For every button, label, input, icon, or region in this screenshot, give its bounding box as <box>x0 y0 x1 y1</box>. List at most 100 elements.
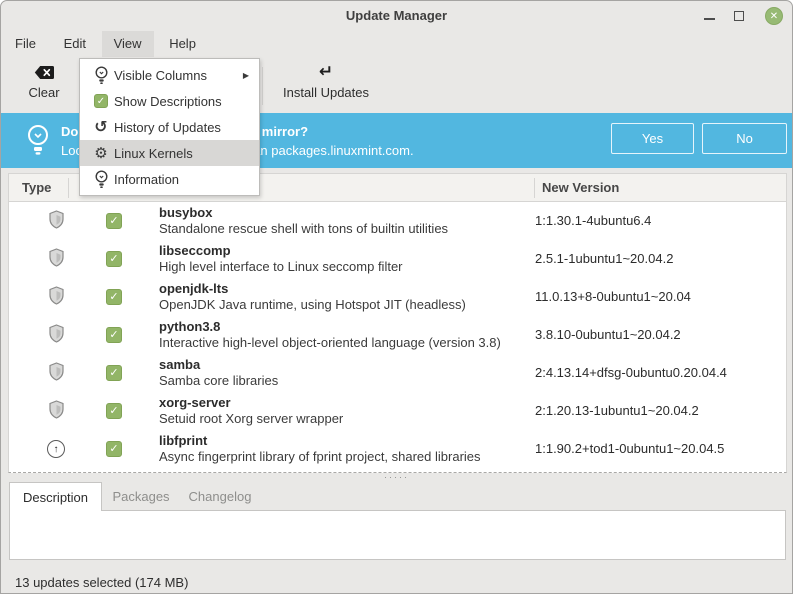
checkbox-cell[interactable]: ✓ <box>106 441 122 457</box>
install-updates-button[interactable]: ↵ Install Updates <box>265 62 387 110</box>
checkbox-checked-icon[interactable]: ✓ <box>106 441 122 457</box>
package-description: Setuid root Xorg server wrapper <box>159 411 344 426</box>
upgrade-arrow-icon: ↑ <box>47 440 65 458</box>
toolbar-separator <box>262 67 263 105</box>
package-new-version: 3.8.10-0ubuntu1~20.04.2 <box>535 327 681 342</box>
menu-help[interactable]: Help <box>157 31 208 57</box>
package-description: Interactive high-level object-oriented l… <box>159 335 501 350</box>
tab-packages[interactable]: Packages <box>105 482 177 511</box>
checkbox-checked-icon[interactable]: ✓ <box>106 365 122 381</box>
shield-icon <box>48 248 64 270</box>
menu-item-label: Visible Columns <box>114 67 207 83</box>
package-description: Async fingerprint library of fprint proj… <box>159 449 481 464</box>
package-name: samba <box>159 357 201 372</box>
package-name: busybox <box>159 205 213 220</box>
install-updates-label: Install Updates <box>283 85 369 100</box>
status-text: 13 updates selected (174 MB) <box>15 575 189 590</box>
package-row[interactable]: ✓ openjdk-lts OpenJDK Java runtime, usin… <box>9 278 786 316</box>
submenu-arrow-icon: ▶ <box>242 70 249 80</box>
checkbox-cell[interactable]: ✓ <box>106 213 122 229</box>
checkbox-cell[interactable]: ✓ <box>106 403 122 419</box>
package-row[interactable]: ↑ ✓ libfprint Async fingerprint library … <box>9 430 786 468</box>
tab-description[interactable]: Description <box>9 482 102 511</box>
type-cell <box>42 278 70 316</box>
backspace-icon <box>34 62 55 82</box>
close-icon: ✕ <box>769 10 779 22</box>
package-row[interactable]: ✓ python3.8 Interactive high-level objec… <box>9 316 786 354</box>
package-row[interactable]: ✓ busybox Standalone rescue shell with t… <box>9 202 786 240</box>
column-separator <box>534 178 535 198</box>
package-row[interactable]: ✓ xorg-server Setuid root Xorg server wr… <box>9 392 786 430</box>
clear-button[interactable]: Clear <box>13 62 75 110</box>
menu-item-show-descriptions[interactable]: ✓ Show Descriptions <box>80 88 259 114</box>
checkbox-checked-icon[interactable]: ✓ <box>106 403 122 419</box>
package-new-version: 1:1.90.2+tod1-0ubuntu1~20.04.5 <box>535 441 725 456</box>
package-new-version: 11.0.13+8-0ubuntu1~20.04 <box>535 289 691 304</box>
menu-item-visible-columns[interactable]: Visible Columns ▶ <box>80 62 259 88</box>
minimize-icon <box>703 18 715 20</box>
menu-item-label: Linux Kernels <box>114 145 193 161</box>
return-arrow-icon: ↵ <box>318 61 334 82</box>
package-row[interactable]: ✓ libseccomp High level interface to Lin… <box>9 240 786 278</box>
checkbox-cell[interactable]: ✓ <box>106 327 122 343</box>
checkbox-cell[interactable]: ✓ <box>106 251 122 267</box>
tab-changelog[interactable]: Changelog <box>179 482 261 511</box>
gears-icon: ⚙ <box>94 143 108 162</box>
checkbox-checked-icon[interactable]: ✓ <box>106 289 122 305</box>
shield-icon <box>48 210 64 232</box>
checkbox-cell[interactable]: ✓ <box>106 289 122 305</box>
shield-icon <box>48 286 64 308</box>
menu-item-label: History of Updates <box>114 119 221 135</box>
package-new-version: 2:4.13.14+dfsg-0ubuntu0.20.04.4 <box>535 365 727 380</box>
yes-button[interactable]: Yes <box>611 123 694 154</box>
package-new-version: 2:1.20.13-1ubuntu1~20.04.2 <box>535 403 699 418</box>
menu-item-history-of-updates[interactable]: ↺ History of Updates <box>80 114 259 140</box>
package-description: Samba core libraries <box>159 373 279 388</box>
menu-item-label: Show Descriptions <box>114 93 222 109</box>
checkbox-checked-icon[interactable]: ✓ <box>106 213 122 229</box>
maximize-button[interactable] <box>726 1 752 31</box>
history-icon: ↺ <box>94 117 108 136</box>
description-panel <box>9 510 786 560</box>
clear-label: Clear <box>28 85 60 100</box>
pane-splitter[interactable]: ····· <box>1 472 792 481</box>
type-cell <box>42 392 70 430</box>
shield-icon <box>48 400 64 422</box>
type-cell: ↑ <box>42 430 70 468</box>
package-description: OpenJDK Java runtime, using Hotspot JIT … <box>159 297 466 312</box>
menu-view[interactable]: View <box>101 31 154 57</box>
splitter-handle-icon: ····· <box>384 471 409 482</box>
type-cell <box>42 354 70 392</box>
package-list: ✓ busybox Standalone rescue shell with t… <box>8 202 787 473</box>
package-name: openjdk-lts <box>159 281 229 296</box>
column-separator <box>68 178 69 198</box>
update-manager-window: Update Manager ✕ File Edit View Help Cle… <box>0 0 793 594</box>
column-header-new-version[interactable]: New Version <box>542 174 619 201</box>
package-description: High level interface to Linux seccomp fi… <box>159 259 403 274</box>
type-cell <box>42 202 70 240</box>
menu-item-linux-kernels[interactable]: ⚙ Linux Kernels <box>80 140 259 166</box>
shield-icon <box>48 362 64 384</box>
menu-item-information[interactable]: Information <box>80 166 259 192</box>
titlebar: Update Manager ✕ <box>1 1 792 31</box>
menu-edit[interactable]: Edit <box>52 31 98 57</box>
checkbox-checked-icon[interactable]: ✓ <box>106 327 122 343</box>
close-button[interactable]: ✕ <box>765 7 783 25</box>
menu-file[interactable]: File <box>3 31 48 57</box>
checkbox-cell[interactable]: ✓ <box>106 365 122 381</box>
view-menu-popup: Visible Columns ▶ ✓ Show Descriptions ↺ … <box>79 58 260 196</box>
menubar: File Edit View Help <box>1 31 792 58</box>
package-description: Standalone rescue shell with tons of bui… <box>159 221 449 236</box>
package-row[interactable]: ✓ samba Samba core libraries 2:4.13.14+d… <box>9 354 786 392</box>
checkbox-checked-icon: ✓ <box>94 94 108 108</box>
package-name: xorg-server <box>159 395 231 410</box>
lightbulb-icon <box>88 65 114 85</box>
lightbulb-icon <box>88 169 114 189</box>
checkbox-checked-icon[interactable]: ✓ <box>106 251 122 267</box>
package-new-version: 1:1.30.1-4ubuntu6.4 <box>535 213 652 228</box>
lightbulb-icon <box>25 124 51 160</box>
package-name: libfprint <box>159 433 208 448</box>
minimize-button[interactable] <box>696 1 722 31</box>
no-button[interactable]: No <box>702 123 787 154</box>
column-header-type[interactable]: Type <box>22 174 51 201</box>
